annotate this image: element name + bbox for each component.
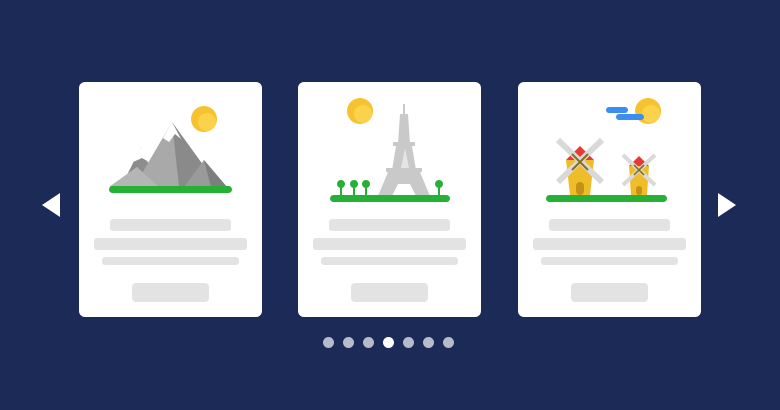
eiffel-tower-illustration	[330, 98, 450, 202]
card-text-placeholder	[94, 238, 247, 250]
grass-strip	[330, 195, 450, 202]
carousel-card-mountains[interactable]	[79, 82, 262, 317]
carousel-card-eiffel-tower[interactable]	[298, 82, 481, 317]
card-title-placeholder	[329, 219, 450, 231]
pagination-dots	[323, 337, 463, 348]
pagination-dot[interactable]	[443, 337, 454, 348]
grass-strip	[109, 186, 232, 193]
mountains-illustration	[109, 106, 232, 193]
card-button-placeholder[interactable]	[571, 283, 648, 302]
pagination-dot[interactable]	[363, 337, 374, 348]
card-text-placeholder	[102, 257, 239, 265]
card-text-placeholder	[533, 238, 686, 250]
windmills-illustration	[546, 98, 667, 202]
card-text-placeholder	[541, 257, 678, 265]
pagination-dot-active[interactable]	[383, 337, 394, 348]
image-carousel	[0, 0, 780, 410]
chevron-left-icon[interactable]	[38, 189, 62, 221]
grass-strip	[546, 195, 667, 202]
card-button-placeholder[interactable]	[351, 283, 428, 302]
chevron-right-icon[interactable]	[716, 189, 740, 221]
pagination-dot[interactable]	[343, 337, 354, 348]
card-title-placeholder	[549, 219, 670, 231]
card-text-placeholder	[313, 238, 466, 250]
card-title-placeholder	[110, 219, 231, 231]
pagination-dot[interactable]	[423, 337, 434, 348]
pagination-dot[interactable]	[403, 337, 414, 348]
pagination-dot[interactable]	[323, 337, 334, 348]
card-button-placeholder[interactable]	[132, 283, 209, 302]
card-text-placeholder	[321, 257, 458, 265]
carousel-card-windmills[interactable]	[518, 82, 701, 317]
